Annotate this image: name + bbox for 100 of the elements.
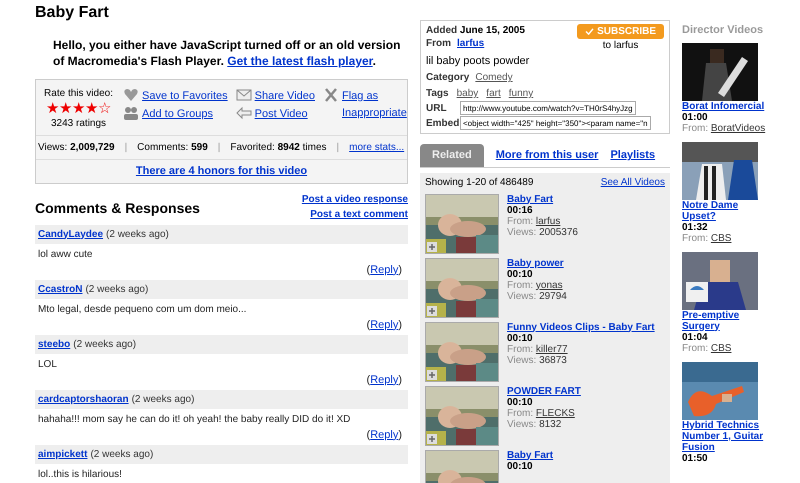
comment-text: lol..this is hilarious! (37, 468, 123, 482)
related-video-title[interactable]: Baby power (507, 258, 567, 268)
from-label: From (426, 37, 451, 50)
comment-text: lol aww cute (37, 248, 94, 262)
director-video-title[interactable]: Pre-emptive Surgery (682, 310, 766, 332)
parenthesis: ) (398, 262, 402, 276)
from-text: From: CBS (682, 342, 732, 354)
duration: 00:10 (507, 396, 534, 408)
tab[interactable]: Playlists (610, 144, 656, 166)
duration: 01:04 (682, 332, 709, 342)
related-video-title[interactable]: POWDER FART (507, 386, 581, 396)
from-text: From: yonas (507, 280, 564, 290)
separator: | (124, 141, 128, 155)
embed-field[interactable]: <object width="425" height="350"><param name="n (460, 116, 651, 130)
more-stats-link[interactable]: more stats... (349, 140, 404, 155)
tag-link[interactable]: fart (486, 87, 501, 100)
username-link[interactable]: steebo (38, 336, 70, 352)
username-link[interactable]: aimpickett (38, 446, 88, 462)
reply-link[interactable]: Reply (370, 262, 398, 276)
action-link[interactable]: Save to Favorites (142, 88, 228, 104)
flash-player-link[interactable]: Get the latest flash player (227, 54, 373, 68)
reply-link[interactable]: Reply (370, 426, 398, 440)
duration: 00:10 (507, 332, 534, 344)
url-field[interactable]: http://www.youtube.com/watch?v=TH0rS4hyJzg (460, 101, 636, 115)
username-link[interactable]: CcastroN (38, 282, 82, 296)
add-icon[interactable] (427, 242, 437, 252)
related-video-title[interactable]: Baby Fart (507, 450, 554, 460)
comment-time: (2 weeks ago) (106, 228, 169, 242)
director-video-title[interactable]: Borat Infomercial (682, 100, 766, 112)
duration: 01:50 (682, 452, 709, 464)
showing-count: Showing 1-20 of 486489 (425, 176, 534, 190)
stat-text: Views: 2,009,729 (38, 141, 115, 155)
category-label: Category (426, 71, 470, 84)
duration: 01:00 (682, 112, 709, 122)
tab[interactable]: More from this user (496, 144, 598, 166)
action-link[interactable]: Add to Groups (142, 106, 213, 122)
views-text: Views: 2005376 (507, 226, 578, 238)
director-video-title[interactable]: Notre Dame Upset? (682, 200, 766, 222)
url-label: URL (426, 102, 448, 114)
comment-text: Mto legal, desde pequeno com um dom meio... (37, 302, 248, 316)
action-link[interactable]: Post Video (254, 106, 308, 122)
related-video-title[interactable]: Funny Videos Clips - Baby Fart (507, 322, 655, 332)
heart-icon (123, 88, 140, 102)
duration: 00:10 (507, 268, 534, 280)
add-icon[interactable] (427, 434, 437, 444)
views-text: Views: 29794 (507, 290, 567, 302)
video-title: Baby Fart (35, 3, 110, 23)
reply-link[interactable]: Reply (370, 316, 398, 330)
star-rating[interactable]: ★★★★☆ (46, 101, 112, 116)
comment-time: (2 weeks ago) (132, 392, 194, 406)
from-text: From: CBS (682, 232, 732, 244)
tag-link[interactable]: funny (508, 87, 534, 100)
action-link[interactable]: Share Video (254, 88, 315, 104)
honors-link[interactable]: There are 4 honors for this video (136, 163, 308, 180)
comment-time: (2 weeks ago) (73, 338, 136, 352)
post-link[interactable]: Post a text comment (310, 206, 408, 222)
comment-text: hahaha!!! mom say he can do it! oh yeah! the baby really DID do it! XD (37, 412, 352, 426)
envelope-icon (236, 88, 252, 102)
arrow-icon (236, 106, 252, 120)
added-text: Added June 15, 2005 (426, 24, 525, 37)
stat-text: Favorited: 8942 times (230, 141, 327, 155)
separator: | (218, 141, 220, 155)
see-all-link[interactable]: See All Videos (600, 174, 665, 190)
from-text: From: larfus (507, 216, 562, 226)
stat-text: Comments: 599 (137, 141, 208, 155)
parenthesis: ( (366, 372, 370, 386)
reply-link[interactable]: Reply (370, 372, 398, 386)
author-link[interactable]: larfus (457, 37, 484, 50)
parenthesis: ( (366, 318, 370, 330)
parenthesis: ( (366, 262, 370, 276)
comment-time: (2 weeks ago) (85, 282, 148, 296)
subscribe-target: to larfus (602, 39, 638, 52)
from-text: From: killer77 (507, 344, 569, 354)
people-icon (123, 106, 140, 120)
duration: 00:16 (507, 204, 534, 216)
comment-text: LOL (37, 358, 58, 372)
add-icon[interactable] (427, 306, 437, 316)
embed-label: Embed (426, 116, 460, 130)
tag-link[interactable]: baby (456, 87, 478, 100)
parenthesis: ( (366, 428, 370, 440)
tags-label: Tags (426, 87, 449, 100)
from-text: From: FLECKS (507, 408, 576, 418)
action-link[interactable]: Flag as Inappropriate (342, 88, 407, 121)
director-video-title[interactable]: Hybrid Technics Number 1, Guitar Fusion (682, 420, 766, 452)
flash-notice: Hello, you either have JavaScript turned off or an old version of Macromedia's Flash Player. Get the latest flash player. (53, 37, 402, 69)
duration: 00:10 (507, 460, 534, 472)
director-heading: Director Videos (682, 23, 764, 38)
username-link[interactable]: cardcaptorshaoran (38, 392, 129, 406)
category-link[interactable]: Comedy (475, 71, 513, 84)
separator: | (336, 141, 340, 155)
cross-icon (323, 88, 339, 102)
username-link[interactable]: CandyLaydee (38, 226, 104, 242)
parenthesis: ) (398, 428, 402, 440)
rate-label: Rate this video: (44, 87, 113, 101)
ratings-count: 3243 ratings (51, 117, 106, 131)
comment-time: (2 weeks ago) (90, 448, 154, 462)
parenthesis: ) (398, 372, 402, 386)
post-link[interactable]: Post a video response (302, 192, 408, 206)
related-video-title[interactable]: Baby Fart (507, 194, 578, 204)
add-icon[interactable] (427, 370, 437, 380)
